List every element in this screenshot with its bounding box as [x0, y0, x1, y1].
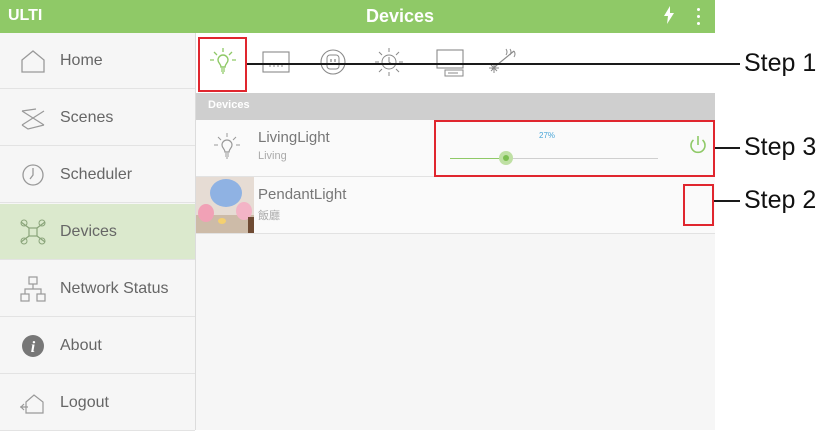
device-row-pendantlight[interactable]: PendantLight 飯廳 — [196, 177, 715, 234]
curtain-icon[interactable] — [259, 45, 293, 79]
step3-leader-line — [715, 147, 740, 149]
more-menu-icon[interactable] — [697, 8, 701, 25]
socket-icon[interactable] — [316, 45, 350, 79]
sidebar-item-home[interactable]: Home — [0, 33, 195, 89]
aircon-icon[interactable] — [486, 45, 520, 79]
step3-label: Step 3 — [744, 133, 817, 161]
step1-highlight — [198, 37, 247, 92]
step2-leader-line — [714, 200, 740, 202]
section-header: Devices — [196, 93, 715, 120]
pendant-light-thumbnail — [196, 177, 254, 233]
app-brand: ULTI — [8, 7, 43, 24]
svg-text:i: i — [31, 339, 36, 356]
sidebar: Home Scenes Scheduler Devices Network St… — [0, 33, 196, 431]
main-panel: Devices LivingLight Living 27% PendantLi… — [196, 33, 715, 430]
sidebar-item-network-status[interactable]: Network Status — [0, 261, 195, 317]
device-room: 飯廳 — [258, 210, 280, 222]
clock-icon — [22, 163, 44, 186]
home-icon — [21, 49, 45, 73]
sidebar-item-label: Network Status — [60, 279, 169, 297]
logout-icon — [20, 393, 44, 414]
step2-label: Step 2 — [744, 186, 817, 214]
sidebar-item-devices[interactable]: Devices — [0, 204, 195, 260]
dimmer-icon[interactable] — [372, 45, 406, 79]
light-bulb-icon — [214, 133, 240, 159]
device-name: PendantLight — [258, 186, 347, 203]
sidebar-item-about[interactable]: i About — [0, 318, 195, 374]
sidebar-item-label: About — [60, 336, 102, 354]
sidebar-item-label: Scenes — [60, 108, 114, 126]
step1-label: Step 1 — [744, 49, 817, 77]
page-title: Devices — [365, 6, 435, 26]
scenes-icon — [21, 107, 45, 130]
tv-icon[interactable] — [433, 45, 467, 79]
sidebar-item-label: Home — [60, 51, 103, 69]
section-label: Devices — [208, 99, 250, 111]
step2-highlight — [683, 184, 714, 226]
step1-leader-line — [247, 63, 740, 65]
network-icon — [20, 275, 46, 302]
sidebar-item-label: Scheduler — [60, 165, 133, 183]
info-icon: i — [22, 334, 44, 357]
sidebar-item-scenes[interactable]: Scenes — [0, 90, 195, 146]
sidebar-item-label: Devices — [60, 222, 117, 240]
flash-icon[interactable] — [663, 6, 675, 24]
sidebar-item-label: Logout — [60, 393, 109, 411]
sidebar-item-logout[interactable]: Logout — [0, 375, 195, 431]
device-room: Living — [258, 150, 287, 162]
top-bar: ULTI Devices — [0, 0, 715, 33]
device-name: LivingLight — [258, 129, 330, 146]
sidebar-item-scheduler[interactable]: Scheduler — [0, 147, 195, 203]
devices-icon — [20, 219, 46, 244]
step3-highlight — [434, 120, 715, 177]
